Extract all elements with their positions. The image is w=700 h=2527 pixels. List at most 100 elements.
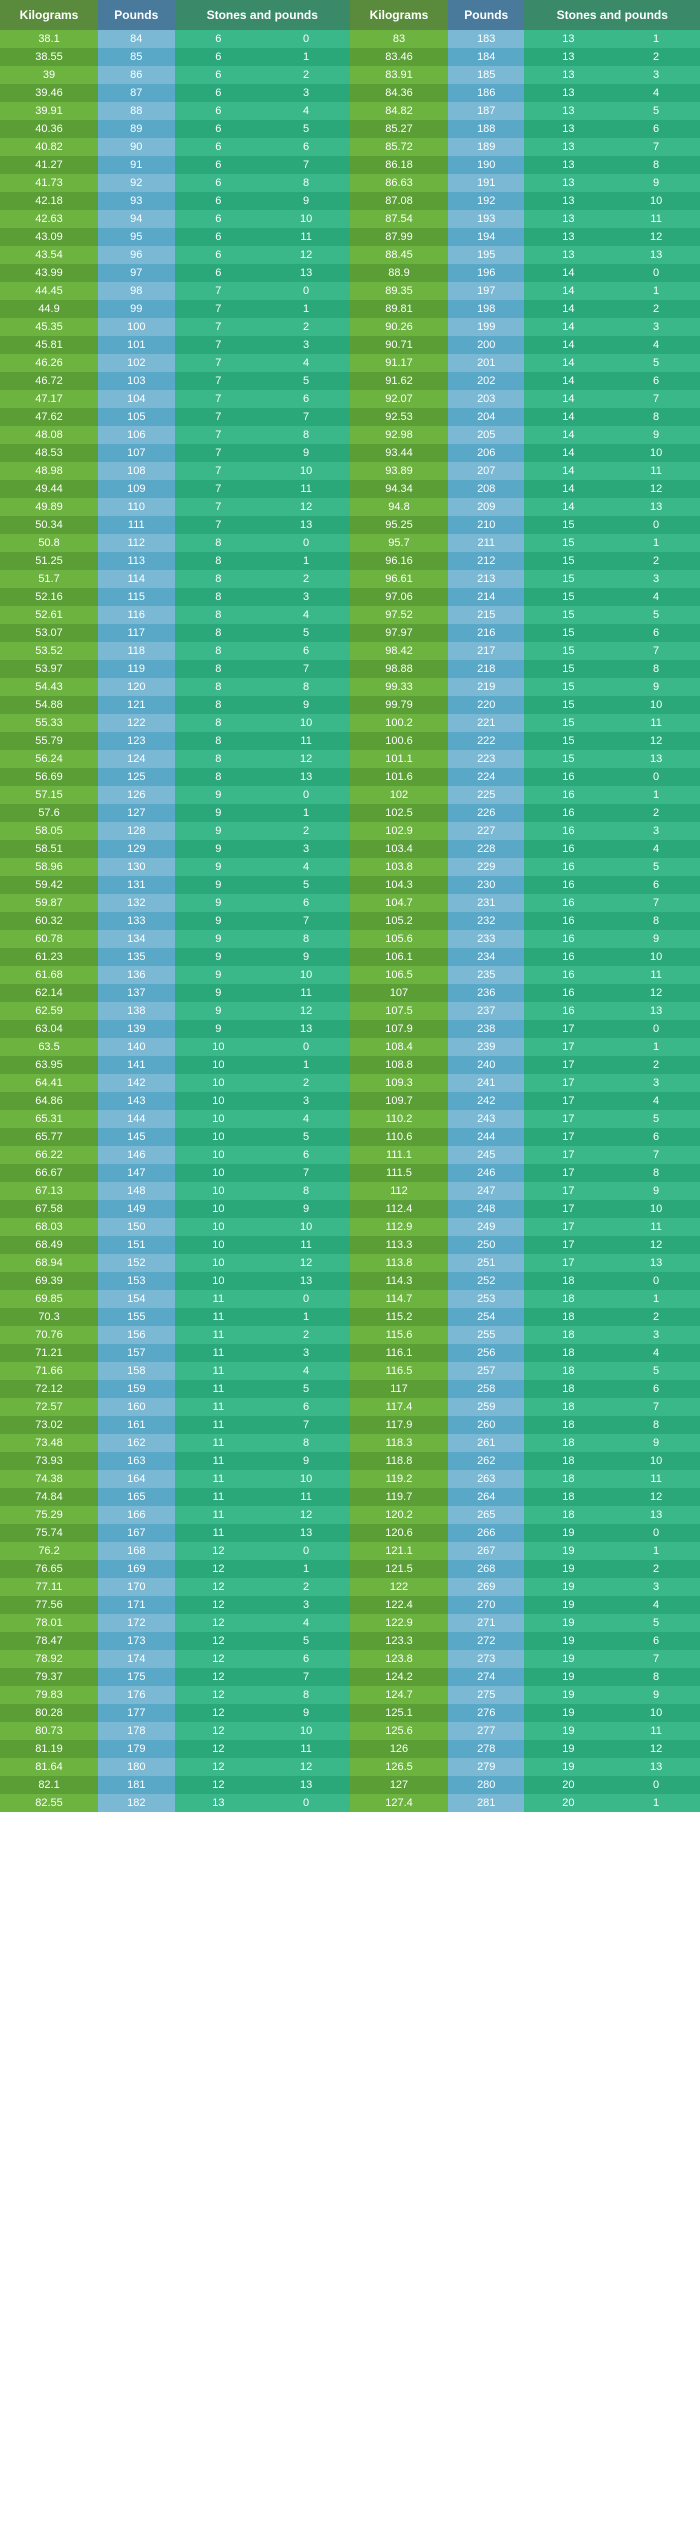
table-cell: 113.8 xyxy=(350,1254,448,1272)
table-cell: 104.7 xyxy=(350,894,448,912)
table-cell: 19 xyxy=(524,1704,612,1722)
table-cell: 113.3 xyxy=(350,1236,448,1254)
table-cell: 13 xyxy=(262,1272,350,1290)
table-cell: 244 xyxy=(448,1128,524,1146)
table-cell: 12 xyxy=(262,498,350,516)
table-cell: 213 xyxy=(448,570,524,588)
table-cell: 9 xyxy=(175,948,263,966)
table-cell: 274 xyxy=(448,1668,524,1686)
table-cell: 10 xyxy=(262,1470,350,1488)
table-cell: 7 xyxy=(175,282,263,300)
table-cell: 16 xyxy=(524,804,612,822)
table-cell: 115.2 xyxy=(350,1308,448,1326)
table-cell: 63.95 xyxy=(0,1056,98,1074)
table-cell: 73.48 xyxy=(0,1434,98,1452)
table-cell: 6 xyxy=(175,246,263,264)
table-cell: 86.18 xyxy=(350,156,448,174)
table-cell: 124.7 xyxy=(350,1686,448,1704)
table-cell: 100.6 xyxy=(350,732,448,750)
table-cell: 42.18 xyxy=(0,192,98,210)
table-cell: 265 xyxy=(448,1506,524,1524)
table-cell: 42.63 xyxy=(0,210,98,228)
table-cell: 16 xyxy=(524,912,612,930)
table-cell: 8 xyxy=(262,1686,350,1704)
table-cell: 15 xyxy=(524,588,612,606)
table-cell: 12 xyxy=(262,1506,350,1524)
table-cell: 8 xyxy=(262,1434,350,1452)
table-cell: 1 xyxy=(262,804,350,822)
table-cell: 5 xyxy=(262,1128,350,1146)
table-cell: 93 xyxy=(98,192,174,210)
table-cell: 157 xyxy=(98,1344,174,1362)
table-cell: 8 xyxy=(612,912,700,930)
table-cell: 212 xyxy=(448,552,524,570)
table-cell: 198 xyxy=(448,300,524,318)
table-cell: 279 xyxy=(448,1758,524,1776)
table-cell: 48.98 xyxy=(0,462,98,480)
table-cell: 67.13 xyxy=(0,1182,98,1200)
table-cell: 0 xyxy=(612,1524,700,1542)
table-cell: 192 xyxy=(448,192,524,210)
table-cell: 136 xyxy=(98,966,174,984)
table-cell: 107.9 xyxy=(350,1020,448,1038)
table-cell: 7 xyxy=(175,408,263,426)
table-cell: 120 xyxy=(98,678,174,696)
table-cell: 100.2 xyxy=(350,714,448,732)
table-cell: 8 xyxy=(175,678,263,696)
table-cell: 116.1 xyxy=(350,1344,448,1362)
table-cell: 4 xyxy=(262,1362,350,1380)
table-cell: 0 xyxy=(262,282,350,300)
table-cell: 1 xyxy=(262,300,350,318)
table-cell: 7 xyxy=(175,462,263,480)
table-cell: 18 xyxy=(524,1380,612,1398)
table-cell: 11 xyxy=(262,480,350,498)
table-cell: 227 xyxy=(448,822,524,840)
table-cell: 116.5 xyxy=(350,1362,448,1380)
table-cell: 7 xyxy=(175,372,263,390)
table-cell: 9 xyxy=(175,930,263,948)
table-cell: 14 xyxy=(524,390,612,408)
table-cell: 4 xyxy=(612,1344,700,1362)
table-cell: 14 xyxy=(524,336,612,354)
table-cell: 8 xyxy=(175,624,263,642)
table-cell: 15 xyxy=(524,696,612,714)
table-cell: 3 xyxy=(612,822,700,840)
table-cell: 84.82 xyxy=(350,102,448,120)
table-cell: 131 xyxy=(98,876,174,894)
table-cell: 0 xyxy=(262,1542,350,1560)
table-cell: 78.92 xyxy=(0,1650,98,1668)
table-cell: 107.5 xyxy=(350,1002,448,1020)
table-cell: 141 xyxy=(98,1056,174,1074)
table-cell: 204 xyxy=(448,408,524,426)
table-cell: 19 xyxy=(524,1632,612,1650)
table-cell: 121.5 xyxy=(350,1560,448,1578)
table-cell: 54.88 xyxy=(0,696,98,714)
table-cell: 11 xyxy=(612,1722,700,1740)
table-cell: 11 xyxy=(612,966,700,984)
table-cell: 16 xyxy=(524,768,612,786)
table-cell: 268 xyxy=(448,1560,524,1578)
table-cell: 11 xyxy=(175,1434,263,1452)
table-cell: 108 xyxy=(98,462,174,480)
table-cell: 210 xyxy=(448,516,524,534)
table-cell: 19 xyxy=(524,1596,612,1614)
table-cell: 18 xyxy=(524,1470,612,1488)
table-cell: 9 xyxy=(612,678,700,696)
table-cell: 19 xyxy=(524,1722,612,1740)
table-cell: 256 xyxy=(448,1344,524,1362)
table-cell: 111.1 xyxy=(350,1146,448,1164)
table-cell: 9 xyxy=(175,966,263,984)
table-cell: 19 xyxy=(524,1542,612,1560)
table-cell: 242 xyxy=(448,1092,524,1110)
table-cell: 142 xyxy=(98,1074,174,1092)
table-cell: 19 xyxy=(524,1650,612,1668)
table-cell: 10 xyxy=(262,1218,350,1236)
table-cell: 15 xyxy=(524,714,612,732)
table-cell: 62.59 xyxy=(0,1002,98,1020)
table-cell: 17 xyxy=(524,1182,612,1200)
table-cell: 9 xyxy=(612,1434,700,1452)
table-cell: 3 xyxy=(612,1578,700,1596)
table-cell: 197 xyxy=(448,282,524,300)
table-cell: 118.3 xyxy=(350,1434,448,1452)
table-cell: 80.73 xyxy=(0,1722,98,1740)
